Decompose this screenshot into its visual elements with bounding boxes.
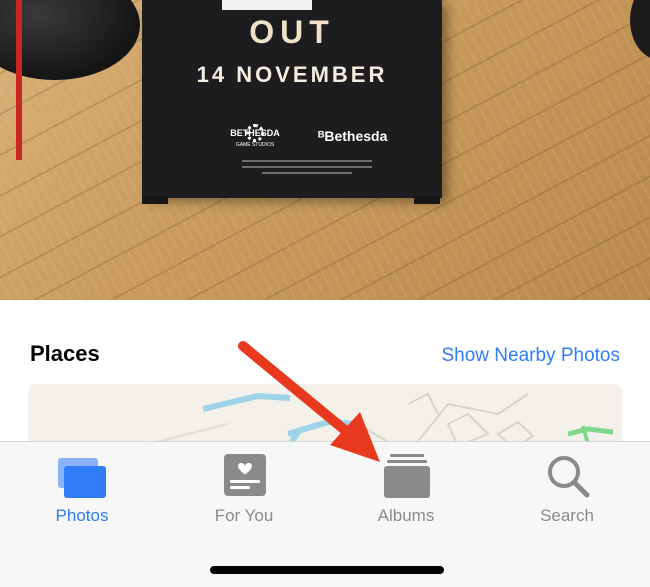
studio-logo: BETHESDA GAME STUDIOS	[230, 124, 280, 150]
tab-for-you-label: For You	[214, 506, 274, 525]
publisher-logo: ᴮBethesda	[318, 128, 388, 144]
show-nearby-photos-link[interactable]: Show Nearby Photos	[442, 345, 621, 367]
home-indicator[interactable]	[210, 566, 444, 574]
tab-for-you[interactable]: For You	[179, 442, 309, 542]
fine-print	[262, 172, 352, 174]
promo-sign: OUT 14 NOVEMBER BETHESDA GAME STUDIOS ᴮB…	[142, 0, 442, 198]
for-you-icon	[224, 454, 266, 496]
tab-photos[interactable]: Photos	[17, 442, 147, 542]
tab-search[interactable]: Search	[502, 442, 632, 542]
tab-search-label: Search	[540, 506, 594, 525]
photos-icon	[58, 458, 106, 498]
tab-photos-label: Photos	[55, 506, 109, 525]
red-pole	[16, 0, 22, 160]
search-icon	[548, 456, 590, 498]
photo-thumbnail[interactable]: OUT 14 NOVEMBER BETHESDA GAME STUDIOS ᴮB…	[0, 0, 650, 300]
studio-logo-line2: GAME STUDIOS	[235, 142, 275, 148]
albums-icon	[384, 454, 430, 498]
sign-leg	[142, 196, 168, 204]
tab-albums[interactable]: Albums	[341, 442, 471, 542]
studio-logo-line1: BETHESDA	[230, 128, 280, 138]
places-heading: Places	[30, 341, 100, 366]
sign-leg	[414, 196, 440, 204]
fine-print	[242, 160, 372, 162]
tab-albums-label: Albums	[377, 506, 435, 525]
stand-base-right	[630, 0, 650, 60]
fine-print	[242, 166, 372, 168]
sign-headline: OUT	[249, 14, 335, 50]
sign-sticker	[222, 0, 312, 10]
sign-date: 14 NOVEMBER	[196, 62, 388, 87]
